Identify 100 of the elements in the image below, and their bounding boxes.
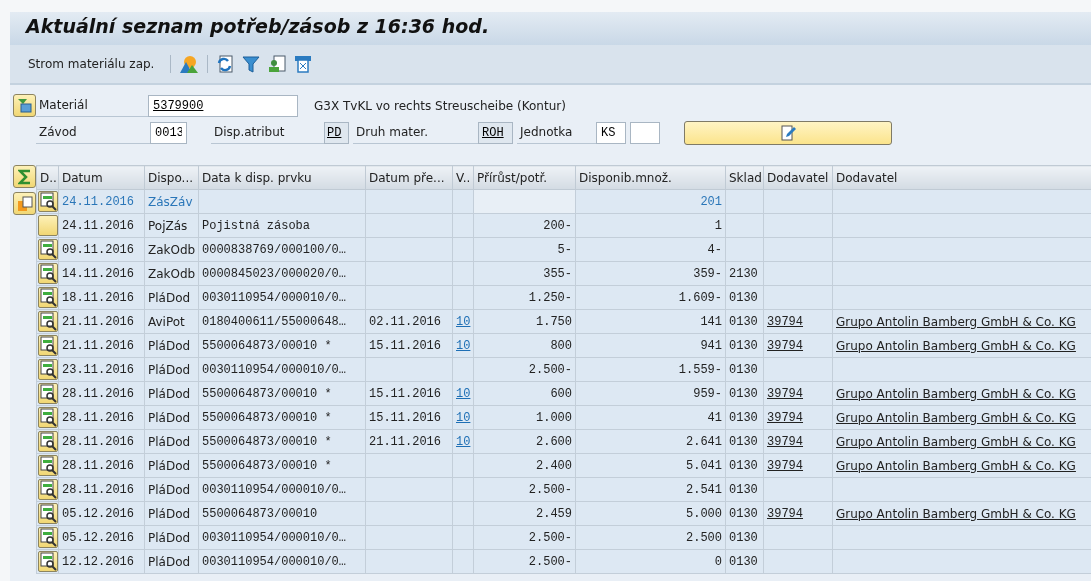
magnifier-document-icon [39, 504, 57, 523]
table-cell: 941 [575, 333, 726, 358]
table-cell: 0030110954/000010/0… [198, 549, 366, 574]
table-cell: 5500064873/00010 * [198, 453, 366, 478]
table-cell: 141 [575, 309, 726, 334]
table-cell: Pojistná zásoba [198, 213, 366, 238]
detail-button[interactable] [38, 527, 58, 548]
table-cell: 2.600 [473, 429, 576, 454]
detail-button[interactable] [38, 263, 58, 284]
table-cell: 0030110954/000010/0… [198, 477, 366, 502]
table-cell: 5.041 [575, 453, 726, 478]
detail-button[interactable] [38, 191, 58, 212]
window-title: Aktuální seznam potřeb/zásob z 16:36 hod. [26, 15, 491, 38]
magnifier-document-icon [39, 336, 57, 355]
table-cell: 1.559- [575, 357, 726, 382]
table-cell: 600 [473, 381, 576, 406]
detail-button[interactable] [38, 407, 58, 428]
magnifier-document-icon [39, 288, 57, 307]
magnifier-document-icon [39, 360, 57, 379]
detail-button[interactable] [38, 551, 58, 572]
detail-button[interactable] [38, 383, 58, 404]
table-cell: 21.11.2016 [58, 309, 145, 334]
table-cell: 959- [575, 381, 726, 406]
table-cell: 05.12.2016 [58, 501, 145, 526]
detail-button[interactable] [38, 359, 58, 380]
table-cell: 201 [575, 189, 726, 214]
sum-button[interactable] [13, 165, 36, 188]
detail-button[interactable] [38, 479, 58, 500]
detail-button[interactable] [38, 455, 58, 476]
material-tree-button[interactable]: Strom materiálu zap. [28, 55, 155, 73]
detail-button[interactable] [38, 311, 58, 332]
table-cell: 5.000 [575, 501, 726, 526]
table-cell: 2.500- [473, 549, 576, 574]
table-cell: 2.500- [473, 525, 576, 550]
table-cell: 0 [575, 549, 726, 574]
table-cell: 2.541 [575, 477, 726, 502]
column-header[interactable]: Dodavatel [763, 165, 833, 190]
magnifier-document-icon [39, 456, 57, 475]
column-header[interactable]: Datum pře... [365, 165, 453, 190]
table-cell: 5500064873/00010 [198, 501, 366, 526]
magnifier-document-icon [39, 480, 57, 499]
magnifier-document-icon [39, 432, 57, 451]
column-header[interactable]: Přírůst/potř. [473, 165, 576, 190]
table-cell: 5500064873/00010 * [198, 333, 366, 358]
detail-button[interactable] [38, 287, 58, 308]
table-cell: 359- [575, 261, 726, 286]
detail-button[interactable] [38, 239, 58, 260]
column-header[interactable]: V.. [452, 165, 474, 190]
material-field[interactable]: 5379900 [148, 94, 298, 117]
table-cell: 1.609- [575, 285, 726, 310]
table-cell: 2.500- [473, 357, 576, 382]
filter-icon[interactable] [242, 55, 261, 73]
material-type-field[interactable]: ROH [478, 122, 513, 144]
material-description: G3X TvKL vo rechts Streuscheibe (Kontur) [314, 97, 566, 115]
table-cell: 28.11.2016 [58, 429, 145, 454]
mrp-attribute-field[interactable]: PD [324, 122, 349, 144]
table-cell: 2.641 [575, 429, 726, 454]
mountain-sun-icon[interactable] [179, 55, 200, 73]
refresh-icon[interactable] [216, 55, 235, 73]
table-cell: 05.12.2016 [58, 525, 145, 550]
column-header[interactable]: Dodavatel [832, 165, 1091, 190]
column-header[interactable]: D.. [36, 165, 59, 190]
table-cell: 2.500 [575, 525, 726, 550]
table-cell: 41 [575, 405, 726, 430]
edit-button[interactable] [684, 121, 892, 145]
layout-icon[interactable] [268, 55, 287, 73]
hierarchy-icon [17, 98, 32, 113]
table-cell: 0000845023/000020/0… [198, 261, 366, 286]
table-cell: 355- [473, 261, 576, 286]
hierarchy-button[interactable] [13, 94, 36, 117]
column-header[interactable]: Sklad [725, 165, 764, 190]
table-cell: 5- [473, 237, 576, 262]
detail-button[interactable] [38, 335, 58, 356]
table-cell: 24.11.2016 [58, 213, 145, 238]
detail-button[interactable] [38, 431, 58, 452]
table-cell: 2.459 [473, 501, 576, 526]
table-cell: 18.11.2016 [58, 285, 145, 310]
table-cell: 2.500- [473, 477, 576, 502]
unit-field[interactable]: KS [596, 122, 626, 144]
magnifier-document-icon [39, 192, 57, 211]
table-cell: 28.11.2016 [58, 477, 145, 502]
table-cell: 14.11.2016 [58, 261, 145, 286]
magnifier-document-icon [39, 264, 57, 283]
column-header[interactable]: Datum [58, 165, 145, 190]
column-header[interactable]: Dispo... [144, 165, 199, 190]
export-icon[interactable] [294, 55, 313, 73]
magnifier-document-icon [39, 408, 57, 427]
table-cell: 21.11.2016 [58, 333, 145, 358]
column-header[interactable]: Data k disp. prvku [198, 165, 366, 190]
edit-icon [780, 125, 796, 141]
table-cell: 5500064873/00010 * [198, 381, 366, 406]
detail-button[interactable] [38, 503, 58, 524]
magnifier-document-icon [39, 528, 57, 547]
table-cell: 28.11.2016 [58, 453, 145, 478]
copy-button[interactable] [13, 192, 36, 215]
magnifier-document-icon [39, 240, 57, 259]
column-header[interactable]: Disponib.množ. [575, 165, 726, 190]
table-cell: 1.250- [473, 285, 576, 310]
input-field[interactable] [630, 122, 660, 144]
table-cell: 200- [473, 213, 576, 238]
